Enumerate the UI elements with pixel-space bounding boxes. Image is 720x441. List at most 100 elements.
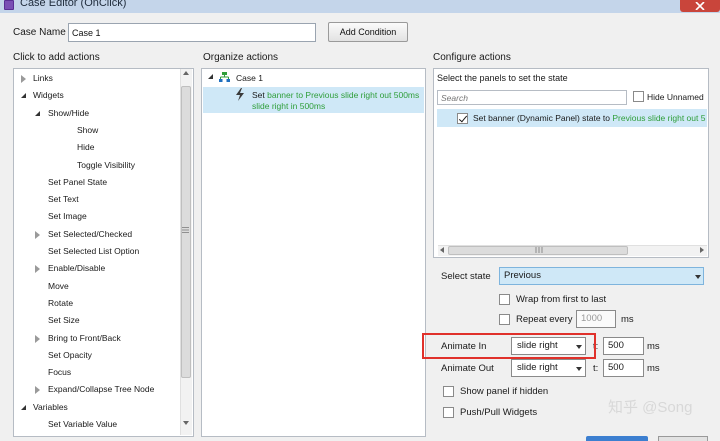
push-pull-checkbox[interactable] [443,407,454,418]
collapse-arrow-icon[interactable] [21,93,26,99]
window-title: Case Editor (OnClick) [20,0,127,9]
tree-item[interactable]: Bring to Front/Back [14,330,180,347]
tree-item[interactable]: Enable/Disable [14,260,180,277]
tree-item[interactable]: Set Size [14,312,180,329]
expand-arrow-icon[interactable] [35,334,40,343]
add-condition-button[interactable]: Add Condition [328,22,408,42]
hide-unnamed-checkbox[interactable] [633,91,644,102]
tree-item-label: Set Variable Value [48,419,118,429]
tree-item-label: Widgets [33,90,64,101]
tree-item[interactable]: Set Image [14,208,180,225]
action-prefix: Set [252,90,268,100]
action-detail: banner to Previous slide right out 500ms [267,90,420,100]
tree-item-label: Show/Hide [48,107,90,118]
animate-out-value: slide right [517,362,558,373]
watermark: 知乎 @Song [608,399,693,416]
select-state-label: Select state [441,271,491,282]
repeat-checkbox[interactable] [499,314,510,325]
tree-item[interactable]: Hide [14,139,180,156]
show-if-hidden-checkbox[interactable] [443,386,454,397]
tree-item-label: Toggle Visibility [77,159,135,170]
scroll-right-icon[interactable] [700,247,704,253]
expand-arrow-icon[interactable] [21,75,26,83]
tree-item[interactable]: Set Opacity [14,347,180,364]
panel-item-prefix: Set banner (Dynamic Panel) state to [473,113,613,123]
tree-item[interactable]: Show [14,122,180,139]
animate-out-dropdown[interactable]: slide right [511,359,586,377]
wrap-checkbox[interactable] [499,294,510,305]
lightning-icon [236,88,244,101]
animate-in-duration-input[interactable]: 500 [603,337,644,355]
tree-item-label: Focus [48,367,72,378]
tree-item[interactable]: Move [14,278,180,295]
tree-item[interactable]: Expand/Collapse Tree Node [14,381,180,398]
action-text-line1: Set banner to Previous slide right out 5… [252,90,419,100]
animate-out-duration-input[interactable]: 500 [603,359,644,377]
hscroll-grip-icon [535,247,543,253]
tree-item-label: Hide [77,142,95,153]
tree-item[interactable]: Focus [14,364,180,381]
tree-item[interactable]: Links [14,70,180,87]
actions-tree: Links Widgets Show/Hide Show Hide Toggle Visi… [13,68,194,437]
dropdown-arrow-icon [695,275,701,279]
configure-actions-header: Configure actions [433,52,511,63]
tree-item[interactable]: Set Selected/Checked [14,226,180,243]
repeat-interval-input[interactable]: 1000 [576,310,616,328]
show-if-hidden-label: Show panel if hidden [460,386,549,397]
scroll-left-icon[interactable] [440,247,444,253]
close-button[interactable] [680,0,720,12]
animate-in-unit: ms [647,341,660,352]
panel-item-label: Set banner (Dynamic Panel) state to Prev… [473,113,707,123]
case-expander-icon[interactable] [208,74,213,79]
case-label[interactable]: Case 1 [236,73,263,83]
app-icon [4,0,14,10]
tree-item-label: Set Selected List Option [48,246,140,256]
tree-item[interactable]: Widgets [14,87,180,104]
expand-arrow-icon[interactable] [35,230,40,239]
select-state-value: Previous [504,270,541,281]
collapse-arrow-icon[interactable] [21,404,26,410]
scroll-up-icon[interactable] [183,71,189,75]
action-text-line2: slide right in 500ms [252,101,326,111]
animate-out-t-label: t: [593,363,599,374]
panel-item-state: Previous slide right out 5 [612,113,706,123]
cancel-button[interactable] [658,436,708,441]
organize-actions-panel [201,68,426,437]
tree-item[interactable]: Rotate [14,295,180,312]
panel-item-checkbox[interactable] [457,113,468,124]
expand-arrow-icon[interactable] [35,386,40,395]
tree-item-label: Set Opacity [48,349,92,360]
case-name-input[interactable] [68,23,316,42]
ok-button[interactable] [586,436,648,441]
close-icon [695,2,705,10]
repeat-unit: ms [621,314,634,325]
tree-item[interactable]: Show/Hide [14,105,180,122]
search-input[interactable] [437,90,627,105]
tree-item[interactable]: Set Variable Value [14,416,180,433]
tree-item[interactable]: Toggle Visibility [14,157,180,174]
push-pull-label: Push/Pull Widgets [460,407,538,418]
tree-item[interactable]: Variables [14,399,180,416]
actions-list-header: Click to add actions [13,52,100,63]
tree-item-label: Enable/Disable [48,263,106,274]
animate-out-unit: ms [647,363,660,374]
tree-item-label: Expand/Collapse Tree Node [48,384,155,395]
scroll-grip-icon [182,227,189,233]
tree-item-label: Set Size [48,315,80,326]
expand-arrow-icon[interactable] [35,265,40,274]
tree-item[interactable]: Set Text [14,191,180,208]
wrap-label: Wrap from first to last [516,294,607,305]
panels-label: Select the panels to set the state [437,73,568,83]
organize-actions-header: Organize actions [203,52,279,63]
tree-item-label: Show [77,124,99,135]
collapse-arrow-icon[interactable] [35,110,40,116]
tree-item[interactable]: Set Selected List Option [14,243,180,260]
tree-item-label: Set Text [48,194,79,205]
scroll-down-icon[interactable] [183,421,189,425]
repeat-label: Repeat every [516,314,573,325]
select-state-dropdown[interactable]: Previous [499,267,704,285]
tree-item[interactable]: Set Panel State [14,174,180,191]
tree-item-label: Set Image [48,211,87,222]
tree-item-label: Variables [33,401,68,412]
case-icon [219,72,230,82]
